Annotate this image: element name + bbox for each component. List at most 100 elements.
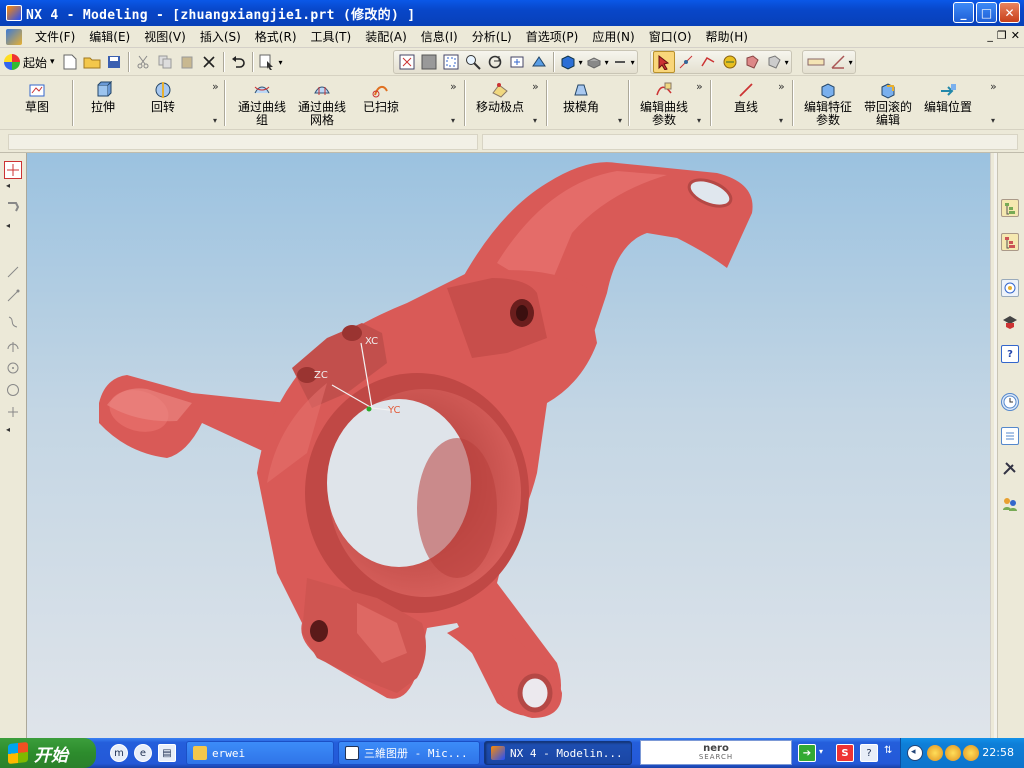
zoom-icon[interactable] — [462, 51, 484, 73]
expand-icon[interactable]: ◂ — [6, 181, 10, 190]
chevron-down-icon[interactable]: ▾ — [849, 58, 853, 67]
zoom-window-icon[interactable] — [440, 51, 462, 73]
snap-point-icon[interactable] — [675, 51, 697, 73]
spline-icon[interactable] — [4, 313, 22, 331]
menu-file[interactable]: 文件(F) — [28, 27, 82, 47]
minimize-button[interactable]: _ — [953, 2, 974, 23]
help-icon[interactable]: ? — [1001, 345, 1019, 363]
chevron-down-icon[interactable]: ▾ — [631, 58, 635, 67]
tray-back-icon[interactable]: ◂ — [907, 745, 923, 761]
mdi-close-button[interactable]: ✕ — [1011, 29, 1020, 42]
qq-icon[interactable] — [945, 745, 961, 761]
chevron-down-icon[interactable]: ▾ — [697, 116, 701, 125]
shaded-view-icon[interactable] — [418, 51, 440, 73]
more-icon[interactable]: » — [990, 80, 997, 93]
paste-icon[interactable] — [176, 51, 198, 73]
menu-window[interactable]: 窗口(O) — [642, 27, 699, 47]
through-curve-mesh-button[interactable]: 通过曲线 网格 — [294, 78, 350, 128]
clock-icon[interactable] — [1001, 393, 1019, 411]
menu-application[interactable]: 应用(N) — [585, 27, 641, 47]
help-tray-icon[interactable]: ? — [860, 744, 878, 762]
measure-distance-icon[interactable] — [805, 51, 827, 73]
line-button[interactable]: 直线 — [726, 78, 766, 128]
edit-feature-params-button[interactable]: 编辑特征 参数 — [800, 78, 856, 128]
mdi-minimize-button[interactable]: _ — [987, 29, 993, 42]
edit-with-rollback-button[interactable]: 带回滚的 编辑 — [860, 78, 916, 128]
chevron-down-icon[interactable]: ▾ — [279, 58, 283, 67]
arc-icon[interactable] — [4, 337, 22, 355]
ime-indicator-icon[interactable]: ⇅ — [884, 745, 892, 756]
menu-information[interactable]: 信息(I) — [414, 27, 465, 47]
part-navigator-icon[interactable] — [1001, 233, 1019, 251]
crosshair-icon[interactable] — [4, 403, 22, 421]
point-icon[interactable] — [4, 161, 22, 179]
chevron-down-icon[interactable]: ▾ — [819, 747, 823, 756]
go-arrow-icon[interactable]: ➔ — [798, 744, 816, 762]
copy-icon[interactable] — [154, 51, 176, 73]
menu-assembly[interactable]: 装配(A) — [358, 27, 414, 47]
line-point-icon[interactable] — [4, 287, 22, 305]
more-icon[interactable]: » — [212, 80, 219, 93]
history-icon[interactable] — [1001, 279, 1019, 297]
expand-icon[interactable]: ◂ — [6, 221, 10, 230]
color-edit-icon[interactable] — [763, 51, 785, 73]
maximize-button[interactable]: □ — [976, 2, 997, 23]
mdi-restore-button[interactable]: ❐ — [997, 29, 1007, 42]
messenger-icon[interactable]: m — [110, 744, 128, 762]
task-nx-modeling[interactable]: NX 4 - Modelin... — [484, 741, 632, 765]
rotate-icon[interactable] — [484, 51, 506, 73]
line-tool-icon[interactable] — [4, 263, 22, 281]
save-icon[interactable] — [103, 51, 125, 73]
undo-icon[interactable] — [227, 51, 249, 73]
menu-analysis[interactable]: 分析(L) — [465, 27, 519, 47]
document-menu-icon[interactable] — [6, 28, 22, 45]
tools-icon[interactable] — [1001, 459, 1019, 477]
menu-format[interactable]: 格式(R) — [248, 27, 304, 47]
move-pole-button[interactable]: 移动极点 — [472, 78, 528, 128]
measure-angle-icon[interactable] — [827, 51, 849, 73]
edit-positioning-button[interactable]: 编辑位置 — [920, 78, 976, 128]
nero-search-box[interactable]: nero SEARCH — [640, 740, 792, 765]
draft-button[interactable]: 拔模角 — [556, 78, 606, 128]
selection-filter-icon[interactable] — [256, 51, 278, 73]
menu-edit[interactable]: 编辑(E) — [82, 27, 137, 47]
edit-curve-params-button[interactable]: 编辑曲线 参数 — [636, 78, 692, 128]
extrude-button[interactable]: 拉伸 — [80, 78, 126, 128]
start-button[interactable]: 开始 — [0, 738, 96, 768]
circle-point-icon[interactable] — [4, 359, 22, 377]
chevron-down-icon[interactable]: ▾ — [785, 58, 789, 67]
more-icon[interactable]: » — [696, 80, 703, 93]
layer-icon[interactable] — [609, 51, 631, 73]
swept-button[interactable]: 已扫掠 — [358, 78, 404, 128]
more-icon[interactable]: » — [450, 80, 457, 93]
sogou-icon[interactable]: S — [836, 744, 854, 762]
more-icon[interactable]: » — [778, 80, 785, 93]
close-button[interactable]: ✕ — [999, 2, 1020, 23]
assembly-navigator-icon[interactable] — [1001, 199, 1019, 217]
info-window-icon[interactable] — [1001, 427, 1019, 445]
revolve-button[interactable]: 回转 — [140, 78, 186, 128]
rendering-style-icon[interactable] — [557, 51, 579, 73]
cut-icon[interactable] — [132, 51, 154, 73]
new-file-icon[interactable] — [59, 51, 81, 73]
circle-icon[interactable] — [4, 381, 22, 399]
show-hide-icon[interactable] — [719, 51, 741, 73]
menu-view[interactable]: 视图(V) — [137, 27, 193, 47]
quick-pick-icon[interactable] — [697, 51, 719, 73]
chevron-down-icon[interactable]: ▾ — [618, 116, 622, 125]
expand-icon[interactable]: ◂ — [6, 425, 10, 434]
chevron-down-icon[interactable]: ▾ — [779, 116, 783, 125]
qq-icon[interactable] — [963, 745, 979, 761]
blank-icon[interactable] — [741, 51, 763, 73]
menu-tools[interactable]: 工具(T) — [304, 27, 359, 47]
more-icon[interactable]: » — [532, 80, 539, 93]
rollback-icon[interactable] — [4, 197, 22, 215]
task-erwei[interactable]: erwei — [186, 741, 334, 765]
chevron-down-icon[interactable]: ▾ — [533, 116, 537, 125]
select-cursor-icon[interactable] — [652, 51, 675, 73]
qq-icon[interactable] — [927, 745, 943, 761]
training-icon[interactable] — [1001, 313, 1019, 331]
menu-insert[interactable]: 插入(S) — [193, 27, 248, 47]
delete-icon[interactable] — [198, 51, 220, 73]
sketch-button[interactable]: 草图 — [14, 78, 60, 128]
